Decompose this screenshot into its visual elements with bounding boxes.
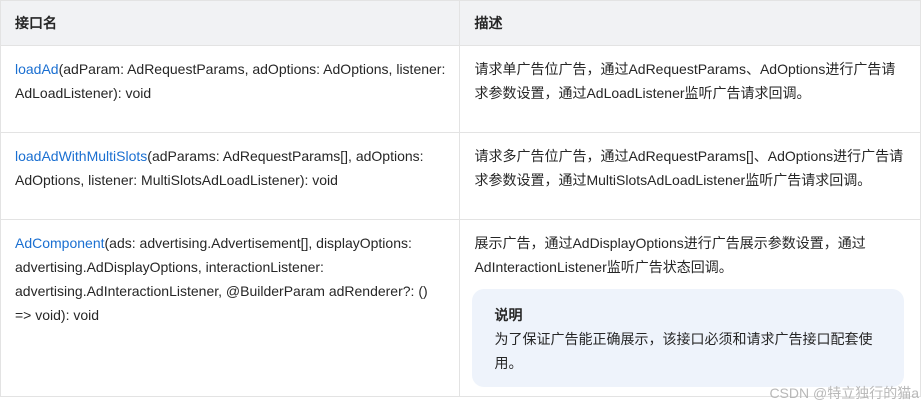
api-link-adcomponent[interactable]: AdComponent bbox=[15, 235, 105, 251]
api-signature: (adParam: AdRequestParams, adOptions: Ad… bbox=[15, 61, 446, 101]
description-cell: 展示广告，通过AdDisplayOptions进行广告展示参数设置，通过AdIn… bbox=[459, 219, 921, 397]
description-text: 展示广告，通过AdDisplayOptions进行广告展示参数设置，通过AdIn… bbox=[474, 235, 866, 275]
table-row: loadAdWithMultiSlots(adParams: AdRequest… bbox=[0, 132, 921, 220]
interface-cell: loadAd(adParam: AdRequestParams, adOptio… bbox=[0, 45, 461, 133]
api-link-loadadwithmultislots[interactable]: loadAdWithMultiSlots bbox=[15, 148, 147, 164]
watermark: CSDN @特立独行的猫a bbox=[769, 385, 919, 401]
api-table: 接口名 描述 loadAd(adParam: AdRequestParams, … bbox=[0, 0, 921, 397]
note-text: 为了保证广告能正确展示，该接口必须和请求广告接口配套使用。 bbox=[494, 331, 873, 371]
api-link-loadad[interactable]: loadAd bbox=[15, 61, 59, 77]
note-box: 说明 为了保证广告能正确展示，该接口必须和请求广告接口配套使用。 bbox=[472, 289, 905, 387]
header-interface-name: 接口名 bbox=[0, 0, 461, 46]
interface-cell: loadAdWithMultiSlots(adParams: AdRequest… bbox=[0, 132, 461, 220]
table-row: AdComponent(ads: advertising.Advertiseme… bbox=[0, 219, 921, 397]
note-title: 说明 bbox=[494, 307, 523, 323]
table-header-row: 接口名 描述 bbox=[0, 0, 921, 46]
header-description: 描述 bbox=[459, 0, 921, 46]
description-cell: 请求单广告位广告，通过AdRequestParams、AdOptions进行广告… bbox=[459, 45, 921, 133]
table-row: loadAd(adParam: AdRequestParams, adOptio… bbox=[0, 45, 921, 133]
description-cell: 请求多广告位广告，通过AdRequestParams[]、AdOptions进行… bbox=[459, 132, 921, 220]
interface-cell: AdComponent(ads: advertising.Advertiseme… bbox=[0, 219, 461, 397]
